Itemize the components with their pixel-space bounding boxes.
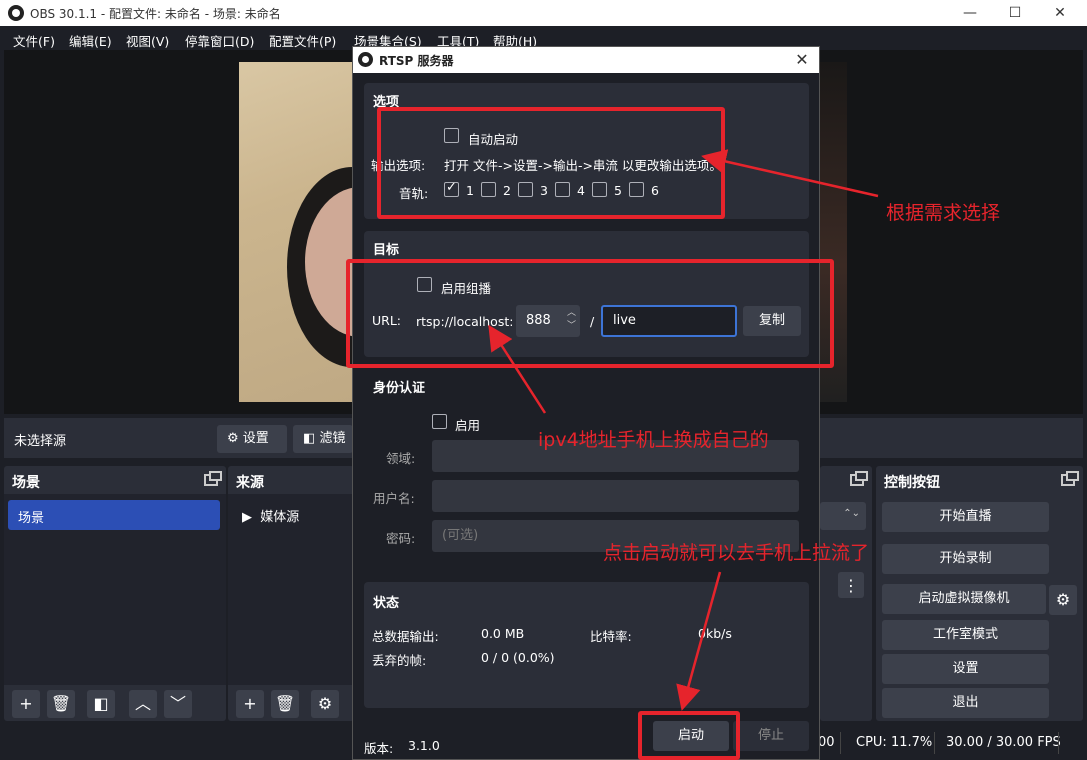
menu-profile[interactable]: 配置文件(P): [269, 31, 336, 50]
filter-icon: ◧: [303, 431, 316, 446]
auth-enable-label: 启用: [455, 418, 481, 433]
sources-dock: 来源 ▶ 媒体源 + 🗑 ⚙: [228, 466, 354, 721]
virtual-camera-settings-button[interactable]: ⚙: [1049, 585, 1077, 615]
total-output-label: 总数据输出:: [372, 629, 439, 644]
version-value: 3.1.0: [408, 738, 440, 753]
target-group-title: 目标: [373, 243, 400, 258]
dropped-frames-label: 丢弃的帧:: [372, 653, 427, 668]
dock-float-icon[interactable]: [1061, 471, 1079, 486]
settings-button[interactable]: 设置: [882, 654, 1049, 684]
scenes-dock: 场景 场景 + 🗑 ◧ ︿ ﹀: [4, 466, 226, 721]
menu-docks[interactable]: 停靠窗口(D): [185, 31, 254, 50]
dialog-close-button[interactable]: ✕: [785, 47, 819, 73]
menu-view[interactable]: 视图(V): [126, 31, 169, 50]
dialog-title: RTSP 服务器: [379, 54, 454, 68]
stop-server-button[interactable]: 停止: [733, 721, 809, 751]
bitrate-value: 0kb/s: [698, 626, 732, 641]
source-settings-button[interactable]: ⚙ 设置: [217, 425, 287, 453]
annotation-options-note: 根据需求选择: [886, 202, 1001, 224]
scene-filters-button[interactable]: ◧: [87, 690, 115, 718]
username-input[interactable]: [432, 480, 799, 512]
dropped-frames-value: 0 / 0 (0.0%): [481, 650, 555, 665]
chevron-up-icon: ︿: [134, 694, 151, 713]
minimize-button[interactable]: —: [947, 0, 993, 26]
studio-mode-button[interactable]: 工作室模式: [882, 620, 1049, 650]
username-label: 用户名:: [373, 491, 415, 506]
obs-logo-icon: [8, 5, 24, 21]
play-icon: ▶: [242, 510, 252, 525]
sources-dock-title: 来源: [236, 475, 264, 491]
plus-icon: +: [243, 694, 257, 713]
window-title: OBS 30.1.1 - 配置文件: 未命名 - 场景: 未命名: [30, 7, 281, 21]
obs-logo-icon: [358, 52, 373, 67]
transitions-dock: ⌃⌄ ⋮: [820, 466, 872, 721]
bitrate-label: 比特率:: [590, 629, 632, 644]
status-group: 状态 总数据输出: 0.0 MB 比特率: 0kb/s 丢弃的帧: 0 / 0 …: [364, 582, 809, 708]
controls-dock-title: 控制按钮: [884, 475, 940, 491]
menu-file[interactable]: 文件(F): [13, 31, 55, 50]
source-filters-button[interactable]: ◧ 滤镜: [293, 425, 353, 453]
more-options-button[interactable]: ⋮: [838, 572, 864, 598]
annotation-box-options: [377, 107, 725, 219]
add-source-button[interactable]: +: [236, 690, 264, 718]
remove-source-button[interactable]: 🗑: [271, 690, 299, 718]
total-output-value: 0.0 MB: [481, 626, 525, 641]
dock-float-icon[interactable]: [850, 471, 868, 486]
chevron-down-icon: ﹀: [169, 694, 186, 713]
move-scene-down-button[interactable]: ﹀: [164, 690, 192, 718]
status-group-title: 状态: [373, 596, 400, 611]
start-recording-button[interactable]: 开始录制: [882, 544, 1049, 574]
cpu-usage: CPU: 11.7%: [856, 735, 933, 750]
exit-button[interactable]: 退出: [882, 688, 1049, 718]
version-label: 版本:: [364, 741, 394, 756]
trash-icon: 🗑: [50, 694, 72, 713]
move-scene-up-button[interactable]: ︿: [129, 690, 157, 718]
obs-title-bar: OBS 30.1.1 - 配置文件: 未命名 - 场景: 未命名 — ☐ ✕: [0, 0, 1087, 26]
controls-dock: 控制按钮 开始直播 开始录制 启动虚拟摄像机 ⚙ 工作室模式 设置 退出: [876, 466, 1083, 721]
realm-label: 领域:: [386, 451, 416, 466]
annotation-url-note: ipv4地址手机上换成自己的: [538, 429, 769, 451]
start-streaming-button[interactable]: 开始直播: [882, 502, 1049, 532]
transition-spinbox[interactable]: ⌃⌄: [820, 502, 866, 530]
add-scene-button[interactable]: +: [12, 690, 40, 718]
password-label: 密码:: [386, 531, 416, 546]
sources-list: ▶ 媒体源: [228, 494, 354, 685]
scene-item[interactable]: 场景: [8, 500, 220, 530]
auth-group-title: 身份认证: [373, 381, 426, 396]
gear-icon: ⚙: [1055, 590, 1071, 609]
no-source-label: 未选择源: [14, 434, 67, 449]
menu-edit[interactable]: 编辑(E): [69, 31, 112, 50]
auth-enable-checkbox[interactable]: [432, 414, 447, 429]
annotation-box-start: [638, 711, 740, 760]
annotation-box-target: [346, 259, 834, 368]
scenes-dock-title: 场景: [12, 475, 40, 491]
trash-icon: 🗑: [274, 694, 296, 713]
plus-icon: +: [19, 694, 33, 713]
dialog-title-bar: RTSP 服务器 ✕: [353, 47, 819, 73]
remove-scene-button[interactable]: 🗑: [47, 690, 75, 718]
dock-float-icon[interactable]: [204, 471, 222, 486]
gear-icon: ⚙: [227, 431, 239, 446]
source-item[interactable]: ▶ 媒体源: [242, 506, 299, 525]
filter-icon: ◧: [93, 694, 109, 713]
status-fragment: 00: [818, 735, 835, 750]
scenes-list: 场景: [4, 494, 226, 685]
gear-icon: ⚙: [317, 694, 333, 713]
maximize-button[interactable]: ☐: [992, 0, 1038, 26]
close-window-button[interactable]: ✕: [1037, 0, 1083, 26]
kebab-icon: ⋮: [843, 576, 859, 595]
fps-readout: 30.00 / 30.00 FPS: [946, 735, 1061, 750]
start-virtual-camera-button[interactable]: 启动虚拟摄像机: [882, 584, 1046, 614]
annotation-start-note: 点击启动就可以去手机上拉流了: [603, 542, 870, 564]
source-properties-button[interactable]: ⚙: [311, 690, 339, 718]
preview-video-frame: [239, 62, 356, 402]
